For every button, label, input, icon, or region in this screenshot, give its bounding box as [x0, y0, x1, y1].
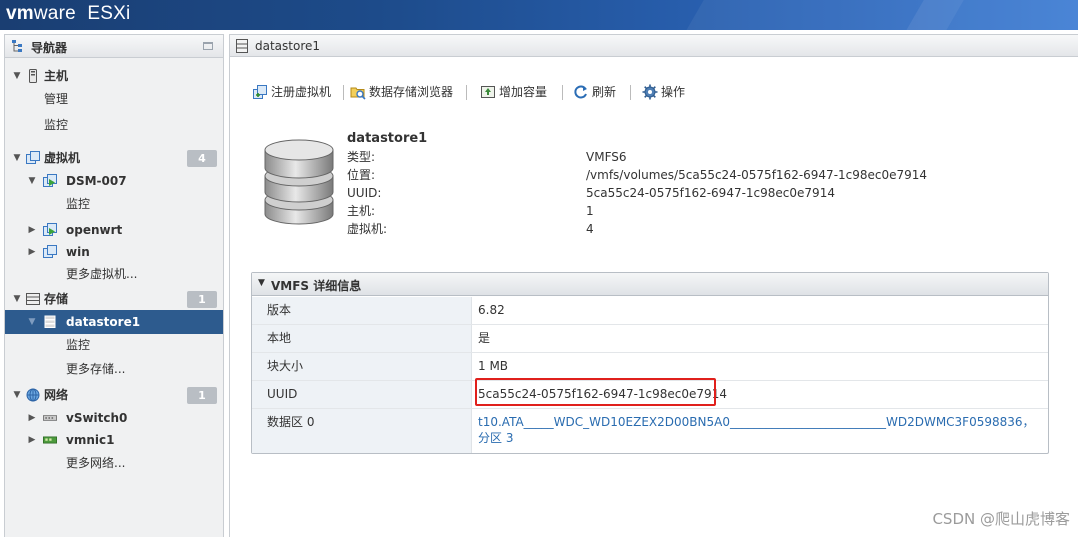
folder-search-icon: [350, 87, 366, 100]
caret-right-icon[interactable]: ▶: [27, 407, 37, 429]
vmfs-details-panel: ▼ VMFS 详细信息 版本 6.82 本地 是 块大小 1 MB UUID 5…: [251, 272, 1049, 454]
nav-item-host[interactable]: ▼ 主机: [5, 65, 223, 87]
caret-down-icon[interactable]: ▼: [27, 170, 37, 192]
nav-item-vm-dsm007[interactable]: ▼ DSM-007: [5, 170, 223, 192]
vm-running-icon: [43, 223, 57, 236]
minimize-icon[interactable]: [203, 42, 213, 50]
summary-row-location: 位置: /vmfs/volumes/5ca55c24-0575f162-6947…: [347, 168, 928, 182]
nic-icon: [43, 436, 57, 444]
host-icon: [29, 69, 37, 83]
increase-capacity-icon: [481, 86, 495, 98]
caret-down-icon[interactable]: ▼: [258, 278, 265, 288]
vmfs-row-extent: 数据区 0 t10.ATA_____WDC_WD10EZEX2D00BN5A0_…: [252, 409, 1048, 453]
navigator-panel: 导航器 ▼ 主机 管理 监控 ▼ 虚拟机 4 ▼ DSM-007 监控 ▶ op…: [4, 34, 224, 537]
nav-item-more-networks[interactable]: 更多网络...: [5, 452, 223, 474]
caret-right-icon[interactable]: ▶: [27, 429, 37, 451]
nav-item-more-storage[interactable]: 更多存储...: [5, 358, 223, 380]
caret-down-icon[interactable]: ▼: [12, 288, 22, 310]
summary-row-type: 类型: VMFS6: [347, 150, 627, 164]
nav-item-more-vms[interactable]: 更多虚拟机...: [5, 263, 223, 285]
storage-count-badge: 1: [187, 291, 217, 308]
vm-icon: [26, 151, 40, 164]
network-count-badge: 1: [187, 387, 217, 404]
nav-item-vmnic1[interactable]: ▶ vmnic1: [5, 429, 223, 451]
vm-count-badge: 4: [187, 150, 217, 167]
nav-item-vswitch0[interactable]: ▶ vSwitch0: [5, 407, 223, 429]
datastore-icon: [236, 39, 248, 53]
navigator-header: 导航器: [5, 35, 223, 58]
caret-down-icon[interactable]: ▼: [12, 65, 22, 87]
datastore-name: datastore1: [347, 131, 428, 146]
summary-row-hosts: 主机: 1: [347, 204, 594, 218]
main-header: datastore1: [230, 34, 1078, 57]
nav-item-vms[interactable]: ▼ 虚拟机 4: [5, 147, 223, 169]
caret-right-icon[interactable]: ▶: [27, 241, 37, 263]
datastore-icon: [44, 315, 56, 328]
nav-item-host-monitor[interactable]: 监控: [5, 114, 223, 136]
nav-item-host-manage[interactable]: 管理: [5, 88, 223, 110]
watermark: CSDN @爬山虎博客: [932, 510, 1070, 528]
datastore-large-icon: [264, 139, 334, 225]
nav-item-network[interactable]: ▼ 网络 1: [5, 384, 223, 406]
nav-item-vm-openwrt[interactable]: ▶ openwrt: [5, 219, 223, 241]
storage-icon: [26, 293, 40, 305]
nav-item-vm-monitor[interactable]: 监控: [5, 193, 223, 215]
vmfs-details-header[interactable]: ▼ VMFS 详细信息: [252, 273, 1048, 296]
top-bar: vmware ESXi: [0, 0, 1078, 30]
vm-running-icon: [43, 174, 57, 187]
nav-item-datastore1[interactable]: ▼ datastore1: [5, 310, 223, 334]
network-icon: [26, 388, 40, 402]
extent-link[interactable]: t10.ATA_____WDC_WD10EZEX2D00BN5A0_______…: [478, 414, 1038, 446]
summary-row-vms: 虚拟机: 4: [347, 222, 594, 236]
vmfs-row-local: 本地 是: [252, 325, 1048, 353]
caret-down-icon[interactable]: ▼: [12, 384, 22, 406]
refresh-icon: [574, 85, 587, 99]
vmware-esxi-logo: vmware ESXi: [6, 3, 131, 24]
vmfs-row-version: 版本 6.82: [252, 297, 1048, 325]
nav-item-storage-monitor[interactable]: 监控: [5, 334, 223, 356]
nav-item-vm-win[interactable]: ▶ win: [5, 241, 223, 263]
uuid-highlight-box: [475, 378, 716, 406]
navigator-icon: [12, 40, 22, 52]
caret-right-icon[interactable]: ▶: [27, 219, 37, 241]
caret-down-icon[interactable]: ▼: [27, 310, 37, 334]
gear-icon: [642, 84, 658, 100]
caret-down-icon[interactable]: ▼: [12, 147, 22, 169]
register-vm-icon: [253, 85, 267, 99]
page-title: datastore1: [255, 39, 321, 53]
summary-row-uuid: UUID: 5ca55c24-0575f162-6947-1c98ec0e791…: [347, 186, 835, 200]
main-panel: datastore1 注册虚拟机 数据存储浏览器 增加容量 刷新 操作 data…: [229, 34, 1078, 537]
vm-icon: [43, 245, 57, 258]
nav-item-storage[interactable]: ▼ 存储 1: [5, 288, 223, 310]
vmfs-row-block-size: 块大小 1 MB: [252, 353, 1048, 381]
navigator-title: 导航器: [31, 41, 68, 55]
vswitch-icon: [43, 415, 57, 421]
